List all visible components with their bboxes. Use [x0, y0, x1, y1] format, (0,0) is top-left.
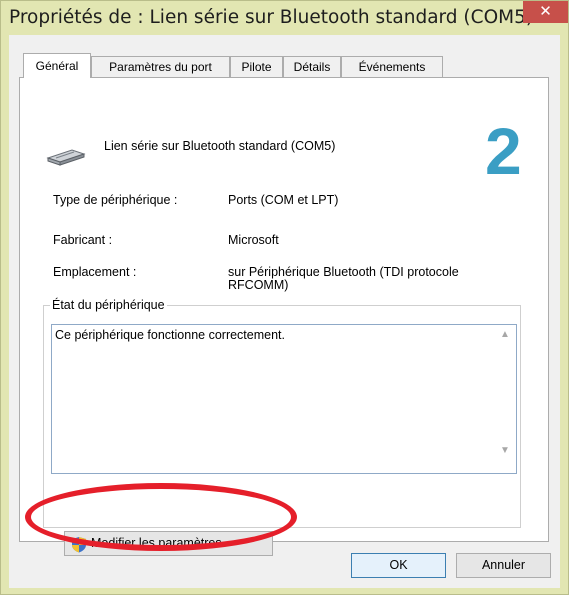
change-settings-button[interactable]: Modifier les paramètres	[64, 531, 273, 556]
manufacturer-value: Microsoft	[228, 233, 279, 247]
title-bar[interactable]: Propriétés de : Lien série sur Bluetooth…	[1, 1, 568, 35]
ok-label: OK	[389, 558, 408, 572]
location-label: Emplacement :	[53, 265, 137, 279]
uac-shield-icon	[72, 537, 86, 553]
device-type-value: Ports (COM et LPT)	[228, 193, 339, 207]
tab-port-settings-label: Paramètres du port	[109, 60, 212, 74]
device-status-title: État du périphérique	[50, 298, 167, 312]
step-number-annotation: 2	[485, 114, 522, 188]
manufacturer-label: Fabricant :	[53, 233, 113, 247]
tab-details-label: Détails	[293, 60, 331, 74]
serial-port-connector-icon	[46, 149, 86, 166]
tab-general[interactable]: Général	[23, 53, 91, 78]
window-title: Propriétés de : Lien série sur Bluetooth…	[9, 7, 534, 28]
tab-port-settings[interactable]: Paramètres du port	[91, 56, 230, 77]
tab-driver-label: Pilote	[241, 60, 272, 74]
ok-button[interactable]: OK	[351, 553, 446, 578]
cancel-button[interactable]: Annuler	[456, 553, 551, 578]
location-value-line1: sur Périphérique Bluetooth (TDI protocol…	[228, 265, 459, 279]
properties-window: Propriétés de : Lien série sur Bluetooth…	[0, 0, 569, 595]
cancel-label: Annuler	[481, 558, 526, 572]
dialog-client-area: Général Paramètres du port Pilote Détail…	[9, 35, 560, 588]
tab-events-label: Événements	[358, 60, 426, 74]
tab-general-label: Général	[35, 59, 79, 73]
device-status-group: État du périphérique Ce périphérique fon…	[43, 298, 521, 528]
location-value-line2: RFCOMM)	[228, 278, 289, 292]
device-status-text: Ce périphérique fonctionne correctement.	[55, 328, 285, 342]
tab-details[interactable]: Détails	[283, 56, 341, 77]
scroll-up-arrow-icon[interactable]: ▲	[498, 329, 512, 341]
tab-driver[interactable]: Pilote	[230, 56, 283, 77]
device-name: Lien série sur Bluetooth standard (COM5)	[104, 139, 336, 153]
close-button[interactable]: ✕	[523, 1, 568, 23]
device-status-textbox[interactable]: Ce périphérique fonctionne correctement.…	[51, 324, 517, 474]
change-settings-label: Modifier les paramètres	[91, 536, 222, 550]
device-type-label: Type de périphérique :	[53, 193, 178, 207]
tab-events[interactable]: Événements	[341, 56, 443, 77]
close-icon: ✕	[539, 2, 552, 20]
scroll-down-arrow-icon[interactable]: ▼	[498, 445, 512, 457]
general-tab-panel: 2 Lien série sur Bluetooth standard (COM…	[19, 77, 549, 556]
